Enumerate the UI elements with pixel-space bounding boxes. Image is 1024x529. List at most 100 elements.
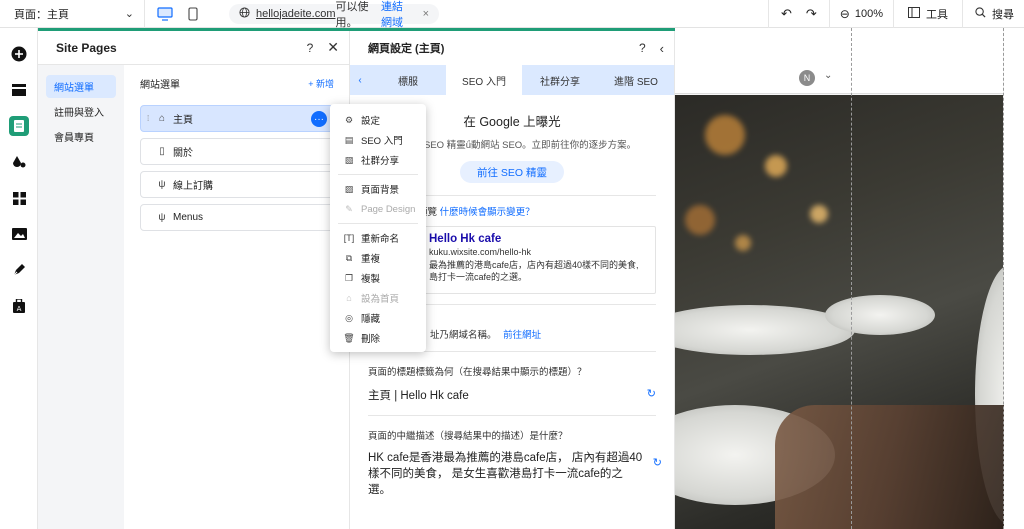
close-icon[interactable]: × xyxy=(423,8,429,20)
add-page-button[interactable]: + 新增 xyxy=(308,77,334,90)
background-icon: ▨ xyxy=(344,183,354,194)
more-options-icon[interactable]: ··· xyxy=(311,111,327,127)
page-item-order-online[interactable]: ψ 線上訂購 xyxy=(140,171,334,198)
menu-item-settings[interactable]: ⚙ 設定 xyxy=(330,110,426,130)
page-icon: ▯ xyxy=(159,146,165,157)
menu-item-label: 設定 xyxy=(361,116,381,127)
connect-domain-link[interactable]: 連結網域 xyxy=(381,0,413,30)
page-selector-label: 頁面：主頁 xyxy=(14,8,69,21)
add-icon xyxy=(9,44,29,64)
rail-apps[interactable] xyxy=(0,180,38,216)
domain-text: 址乃網域名稱。 xyxy=(430,330,497,341)
menu-item-hide[interactable]: ◎ 隱藏 xyxy=(330,308,426,328)
page-item-menus[interactable]: ψ Menus xyxy=(140,204,334,231)
rename-icon: [T] xyxy=(343,233,355,243)
tab-advanced-seo[interactable]: 進階 SEO xyxy=(598,65,674,95)
help-icon[interactable]: ? xyxy=(307,41,314,55)
search-button[interactable]: 搜尋 xyxy=(962,0,1024,28)
menu-item-label: 重複 xyxy=(361,254,381,265)
mobile-icon xyxy=(188,6,198,21)
blog-icon xyxy=(9,260,29,280)
page-item-home[interactable]: ⁞ ⌂ 主頁 ··· xyxy=(140,105,334,132)
menu-item-label: 設為首頁 xyxy=(361,294,400,305)
editor-canvas[interactable]: N ⌄ xyxy=(675,28,1024,529)
drag-handle-icon[interactable]: ⁞ xyxy=(147,114,153,123)
domain-status: 可以使用。 xyxy=(335,0,369,29)
rail-pages[interactable] xyxy=(0,108,38,144)
zoom-button[interactable]: ⊖ 100% xyxy=(828,0,893,28)
site-menu-header: 網站選單 + 新增 xyxy=(140,75,334,91)
help-icon[interactable]: ? xyxy=(639,41,646,55)
menu-divider xyxy=(338,223,418,224)
menu-item-background[interactable]: ▨ 頁面背景 xyxy=(330,179,426,199)
domain-text: hellojadeite.com xyxy=(256,7,336,20)
rail-media[interactable] xyxy=(0,216,38,252)
reset-icon[interactable]: ↻ xyxy=(647,387,656,403)
close-icon[interactable]: ✕ xyxy=(327,39,339,56)
undo-icon[interactable]: ↶ xyxy=(781,6,792,22)
preview-description-1: 最為推薦的港島cafe店，店內有超過40樣不同的美食, xyxy=(429,260,639,270)
rail-business[interactable]: A xyxy=(0,288,38,324)
seo-wizard-button[interactable]: 前往 SEO 精靈 xyxy=(460,161,564,183)
cutlery-icon: ψ xyxy=(158,212,166,223)
tab-seo-basics[interactable]: SEO 入門 xyxy=(446,65,522,95)
chevron-down-icon[interactable]: ⌄ xyxy=(824,70,832,81)
copy-icon: ❐ xyxy=(344,272,354,283)
hero-photo[interactable] xyxy=(675,95,1024,529)
desktop-view-button[interactable] xyxy=(151,0,179,28)
avatar[interactable]: N xyxy=(799,70,815,86)
menu-item-delete[interactable]: 🗑 刪除 xyxy=(330,328,426,348)
media-icon xyxy=(9,224,29,244)
business-icon: A xyxy=(9,296,29,316)
menu-item-social[interactable]: ▧ 社群分享 xyxy=(330,150,426,170)
page-item-about[interactable]: ▯ 關於 xyxy=(140,138,334,165)
share-icon: ▧ xyxy=(344,154,354,165)
meta-description-value: HK cafe是香港最為推薦的港島cafe店， 店內有超過40樣不同的美食， 是… xyxy=(368,452,643,496)
reset-icon[interactable]: ↻ xyxy=(653,456,662,469)
photo-bokeh xyxy=(735,235,751,251)
left-rail: A xyxy=(0,28,38,529)
menu-item-page-design: ✎ Page Design xyxy=(330,199,426,219)
rail-add[interactable] xyxy=(0,36,38,72)
menu-item-duplicate[interactable]: ⧉ 重複 xyxy=(330,248,426,268)
nav-site-menu[interactable]: 網站選單 xyxy=(46,75,116,98)
tab-general[interactable]: 標服 xyxy=(370,65,446,95)
meta-description-field[interactable]: ↻ HK cafe是香港最為推薦的港島cafe店， 店內有超過40樣不同的美食，… xyxy=(368,450,662,498)
chevron-left-icon[interactable]: ‹ xyxy=(350,65,370,95)
site-header[interactable]: N ⌄ xyxy=(675,28,1003,94)
cutlery-icon: ψ xyxy=(158,179,166,190)
nav-member-pages[interactable]: 會員專頁 xyxy=(46,125,116,148)
rail-theme[interactable] xyxy=(0,144,38,180)
settings-tabs: ‹ 標服 SEO 入門 社群分享 進階 SEO xyxy=(350,65,674,95)
title-tag-field[interactable]: 主頁 | Hello Hk cafe ↻ xyxy=(368,387,656,403)
menu-item-rename[interactable]: [T] 重新命名 xyxy=(330,228,426,248)
menu-divider xyxy=(338,174,418,175)
tab-social-share[interactable]: 社群分享 xyxy=(522,65,598,95)
back-icon[interactable]: ‹ xyxy=(660,41,664,56)
page-item-label: Menus xyxy=(173,212,204,223)
rail-blog[interactable] xyxy=(0,252,38,288)
menu-item-copy[interactable]: ❐ 複製 xyxy=(330,268,426,288)
menu-item-label: 重新命名 xyxy=(361,234,400,245)
site-pages-title: Site Pages xyxy=(56,40,117,55)
photo-plate xyxy=(825,295,935,335)
preview-help-link[interactable]: 什麼時候會顯示變更？ xyxy=(440,207,535,218)
rail-sections[interactable] xyxy=(0,72,38,108)
mobile-view-button[interactable] xyxy=(179,0,207,28)
menu-item-label: Page Design xyxy=(361,203,416,215)
menu-item-label: SEO 入門 xyxy=(361,136,403,147)
title-tag-value: 主頁 | Hello Hk cafe xyxy=(368,390,469,402)
photo-hand xyxy=(775,405,1005,529)
delete-icon: 🗑 xyxy=(343,332,355,343)
menu-item-label: 隱藏 xyxy=(361,314,381,325)
menu-item-seo[interactable]: ▤ SEO 入門 xyxy=(330,130,426,150)
photo-bokeh xyxy=(765,155,787,177)
tools-button[interactable]: 工具 xyxy=(893,0,962,28)
nav-signup-login[interactable]: 註冊與登入 xyxy=(46,100,116,123)
go-to-url-link[interactable]: 前往網址 xyxy=(503,330,541,341)
pages-icon xyxy=(9,116,29,136)
url-bar: hellojadeite.com 可以使用。 連結網域 × xyxy=(229,1,439,29)
redo-icon[interactable]: ↷ xyxy=(806,6,817,22)
menu-item-set-home: ⌂ 設為首頁 xyxy=(330,288,426,308)
page-selector[interactable]: 頁面：主頁 ⌄ xyxy=(0,0,145,28)
